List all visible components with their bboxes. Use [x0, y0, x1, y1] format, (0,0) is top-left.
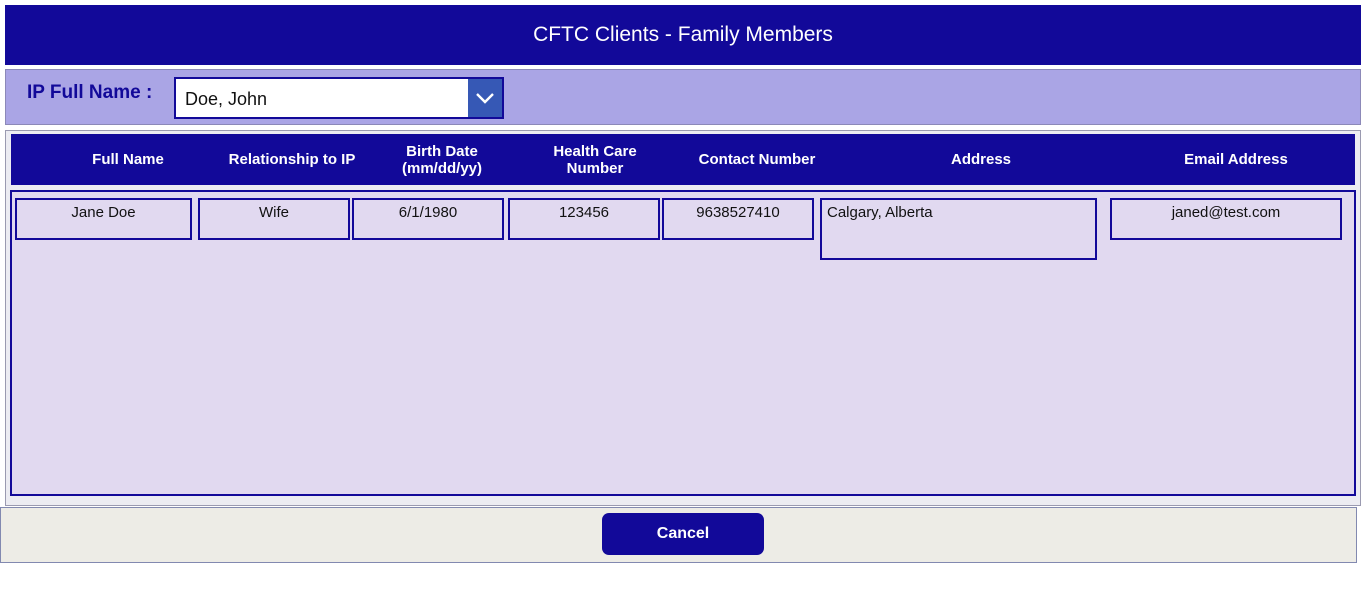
page-title: CFTC Clients - Family Members: [533, 23, 833, 46]
column-header-relationship: Relationship to IP: [228, 151, 356, 168]
column-header-birth-date: Birth Date (mm/dd/yy): [401, 142, 482, 177]
chevron-down-icon: [476, 93, 494, 104]
column-header-row: Full Name Relationship to IP Birth Date …: [11, 134, 1355, 185]
column-header-health-care-number: Health Care Number: [553, 142, 637, 177]
family-members-panel: Full Name Relationship to IP Birth Date …: [5, 130, 1361, 506]
cell-health-care-number[interactable]: 123456: [508, 198, 660, 240]
dropdown-toggle-button[interactable]: [468, 79, 502, 117]
column-header-full-name: Full Name: [92, 151, 164, 168]
dropdown-selected-value: Doe, John: [185, 89, 268, 109]
cancel-button[interactable]: Cancel: [602, 513, 764, 555]
title-bar: CFTC Clients - Family Members: [5, 5, 1361, 65]
column-header-address: Address: [950, 151, 1012, 168]
column-header-contact-number: Contact Number: [698, 151, 816, 168]
cell-email[interactable]: janed@test.com: [1110, 198, 1342, 240]
ip-full-name-dropdown[interactable]: Doe, John: [174, 77, 504, 119]
cell-contact-number[interactable]: 9638527410: [662, 198, 814, 240]
filter-bar: IP Full Name : Doe, John: [5, 69, 1361, 125]
cell-relationship[interactable]: Wife: [198, 198, 350, 240]
cell-full-name[interactable]: Jane Doe: [15, 198, 192, 240]
family-members-gallery[interactable]: Jane Doe Wife 6/1/1980 123456 9638527410…: [10, 190, 1356, 496]
footer-bar: Cancel: [0, 507, 1357, 563]
cell-address[interactable]: Calgary, Alberta: [820, 198, 1097, 260]
column-header-email: Email Address: [1184, 151, 1288, 168]
ip-full-name-label: IP Full Name :: [27, 82, 153, 103]
cell-birth-date[interactable]: 6/1/1980: [352, 198, 504, 240]
